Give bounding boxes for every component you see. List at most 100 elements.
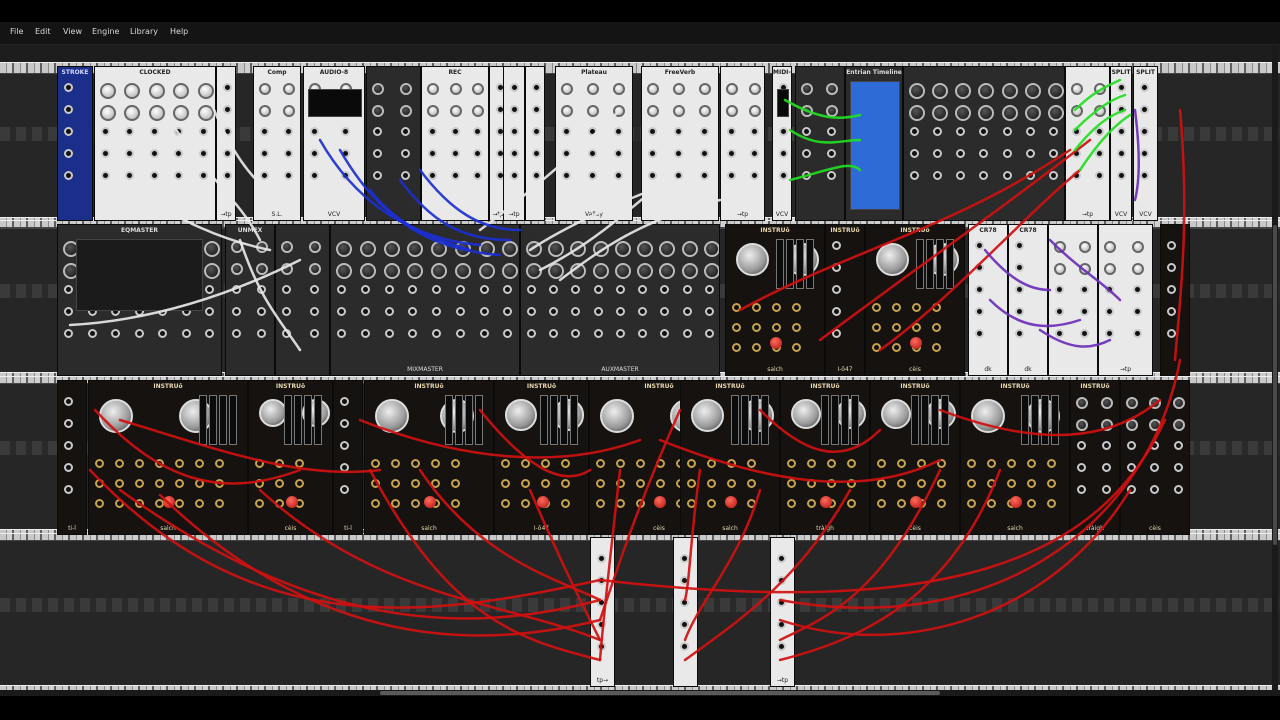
- jack[interactable]: [588, 171, 597, 180]
- jack[interactable]: [615, 329, 625, 338]
- jack[interactable]: [910, 171, 919, 180]
- jack[interactable]: [807, 479, 816, 488]
- jack[interactable]: [933, 171, 943, 180]
- jack[interactable]: [638, 307, 648, 316]
- knob[interactable]: [955, 83, 972, 99]
- jack[interactable]: [101, 149, 110, 158]
- jack[interactable]: [455, 329, 465, 338]
- jack[interactable]: [1080, 329, 1089, 338]
- knob[interactable]: [548, 241, 565, 257]
- jack[interactable]: [1127, 485, 1136, 494]
- knob[interactable]: [659, 263, 676, 279]
- module-row2-7[interactable]: INSTRUō cèis: [865, 224, 965, 376]
- knob[interactable]: [955, 105, 972, 121]
- knob[interactable]: [1076, 397, 1088, 409]
- jack[interactable]: [674, 127, 683, 136]
- slider[interactable]: [445, 395, 453, 445]
- jack[interactable]: [593, 285, 603, 294]
- jack[interactable]: [1027, 479, 1036, 488]
- jack[interactable]: [933, 127, 943, 136]
- jack[interactable]: [917, 459, 926, 468]
- knob[interactable]: [570, 241, 587, 257]
- jack[interactable]: [1077, 463, 1086, 472]
- jack[interactable]: [87, 329, 97, 338]
- jack[interactable]: [956, 149, 966, 158]
- jack[interactable]: [648, 127, 657, 136]
- jack[interactable]: [549, 307, 559, 316]
- jack[interactable]: [360, 329, 370, 338]
- module-row1-6[interactable]: REC: [421, 66, 489, 221]
- jack[interactable]: [527, 329, 536, 338]
- jack[interactable]: [450, 171, 460, 180]
- jack[interactable]: [732, 343, 741, 352]
- jack[interactable]: [260, 171, 269, 180]
- jack[interactable]: [1094, 149, 1104, 158]
- module-row2-10[interactable]: [1048, 224, 1098, 376]
- jack[interactable]: [134, 329, 144, 338]
- jack[interactable]: [310, 149, 319, 158]
- jack[interactable]: [749, 127, 759, 136]
- jack[interactable]: [571, 307, 581, 316]
- jack[interactable]: [727, 479, 736, 488]
- jack[interactable]: [779, 149, 788, 158]
- knob[interactable]: [1001, 83, 1018, 99]
- jack[interactable]: [892, 323, 901, 332]
- module-row2-0[interactable]: EQMASTER: [57, 224, 222, 376]
- knob[interactable]: [99, 399, 133, 433]
- jack[interactable]: [1055, 285, 1064, 294]
- jack[interactable]: [593, 329, 603, 338]
- module-row1-17[interactable]: →tp: [1065, 66, 1110, 221]
- jack[interactable]: [400, 171, 410, 180]
- jack[interactable]: [455, 307, 465, 316]
- knob[interactable]: [909, 83, 925, 99]
- jack[interactable]: [257, 329, 266, 338]
- knob[interactable]: [699, 83, 711, 95]
- jack[interactable]: [892, 343, 901, 352]
- jack[interactable]: [215, 479, 224, 488]
- jack[interactable]: [588, 127, 597, 136]
- slider[interactable]: [776, 239, 784, 289]
- jack[interactable]: [752, 303, 761, 312]
- jack[interactable]: [597, 598, 606, 607]
- knob[interactable]: [681, 241, 698, 257]
- knob[interactable]: [673, 105, 685, 117]
- jack[interactable]: [727, 149, 736, 158]
- slider[interactable]: [314, 395, 322, 445]
- slider[interactable]: [841, 395, 849, 445]
- jack[interactable]: [64, 463, 73, 472]
- knob[interactable]: [1054, 263, 1066, 275]
- knob[interactable]: [259, 83, 271, 95]
- jack[interactable]: [877, 459, 886, 468]
- jack[interactable]: [64, 83, 73, 92]
- jack[interactable]: [275, 499, 284, 508]
- jack[interactable]: [195, 479, 204, 488]
- jack[interactable]: [752, 343, 761, 352]
- red-button[interactable]: [910, 496, 922, 508]
- jack[interactable]: [847, 479, 856, 488]
- jack[interactable]: [872, 343, 881, 352]
- jack[interactable]: [680, 642, 689, 651]
- jack[interactable]: [979, 171, 989, 180]
- jack[interactable]: [1072, 149, 1081, 158]
- jack[interactable]: [223, 149, 232, 158]
- module-row3-0[interactable]: ti-l: [57, 380, 87, 535]
- jack[interactable]: [597, 576, 606, 585]
- jack[interactable]: [310, 171, 319, 180]
- knob[interactable]: [978, 105, 995, 121]
- jack[interactable]: [1072, 127, 1081, 136]
- jack[interactable]: [501, 459, 510, 468]
- jack[interactable]: [561, 479, 570, 488]
- jack[interactable]: [707, 459, 716, 468]
- jack[interactable]: [614, 127, 623, 136]
- knob[interactable]: [978, 83, 995, 99]
- knob[interactable]: [427, 105, 439, 117]
- jack[interactable]: [541, 459, 550, 468]
- module-row3-10[interactable]: INSTRUō saìch: [960, 380, 1070, 535]
- jack[interactable]: [777, 642, 786, 651]
- jack[interactable]: [704, 329, 714, 338]
- knob[interactable]: [124, 105, 141, 121]
- module-row3-2[interactable]: INSTRUō cèis: [248, 380, 333, 535]
- jack[interactable]: [772, 323, 781, 332]
- jack[interactable]: [562, 127, 571, 136]
- jack[interactable]: [503, 329, 513, 338]
